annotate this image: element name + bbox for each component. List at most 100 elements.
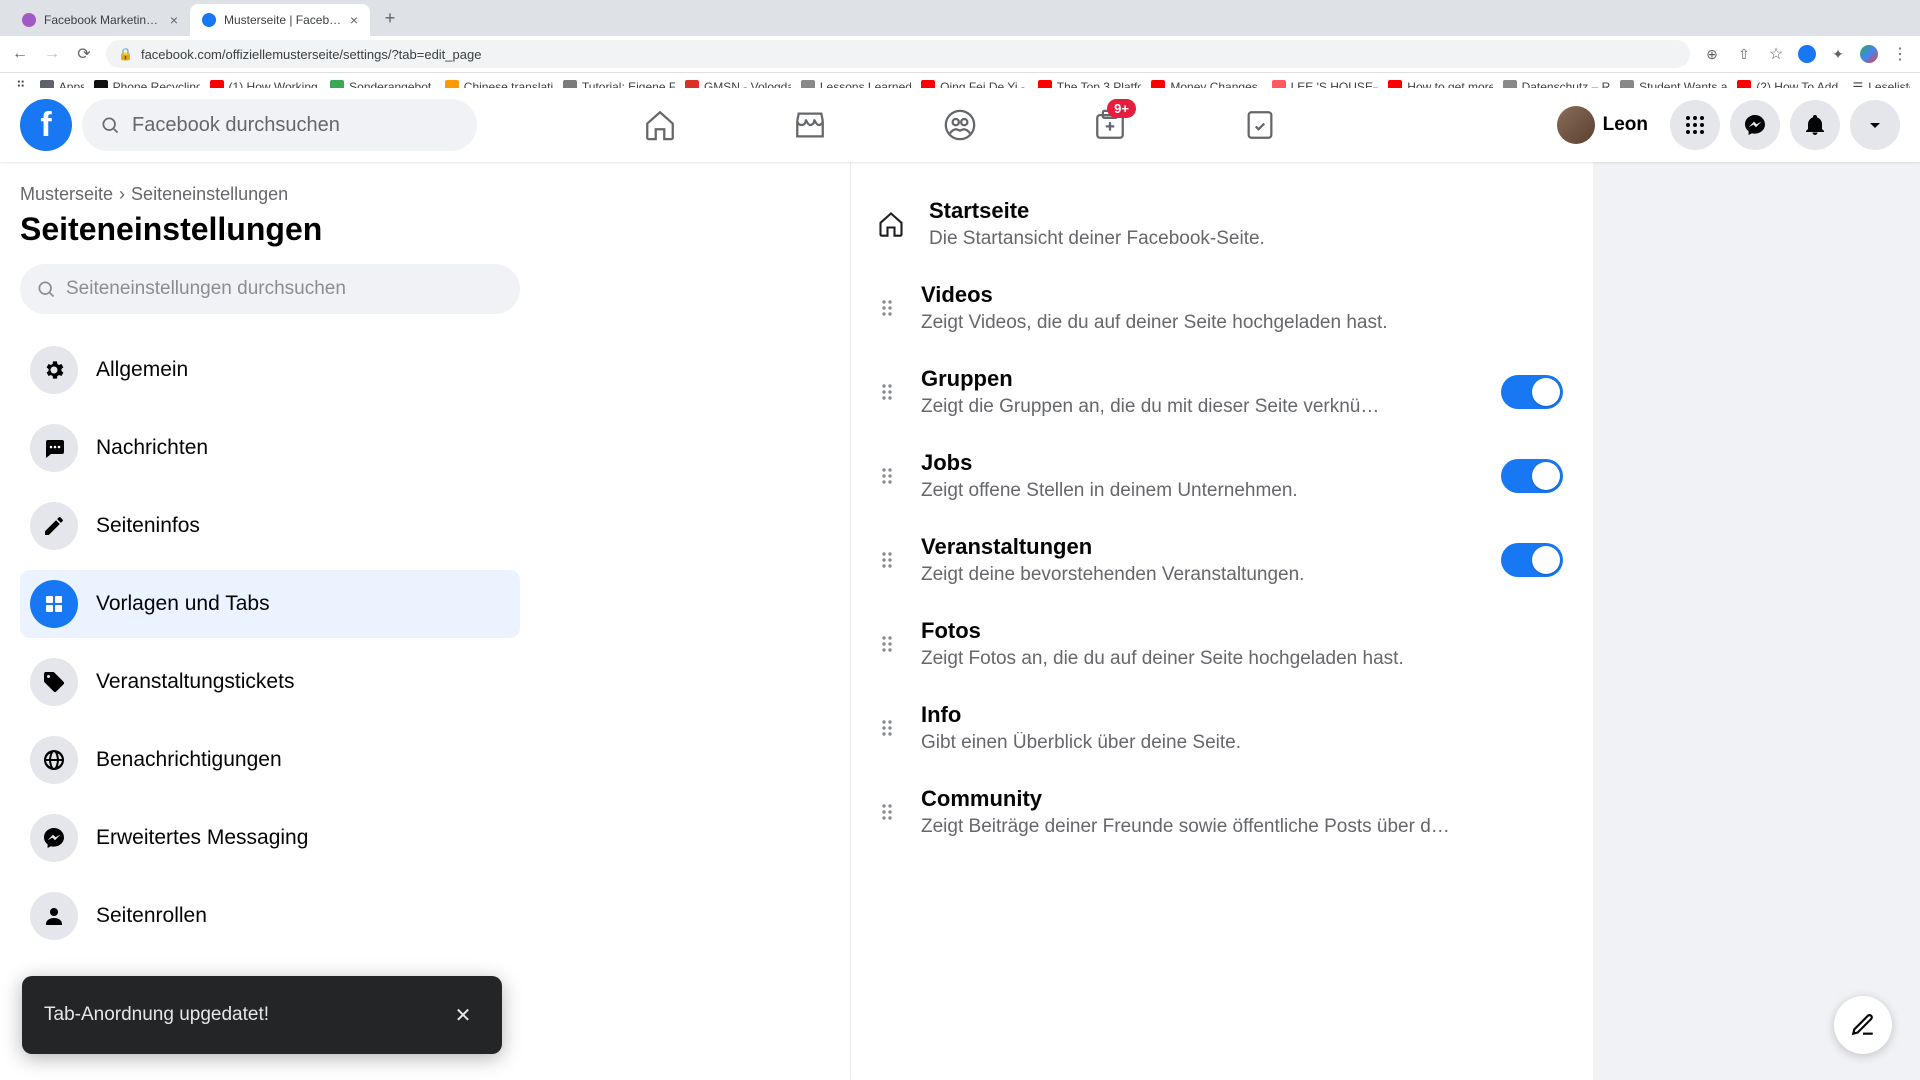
drag-handle-icon[interactable] [875, 802, 899, 822]
new-tab-button[interactable]: + [376, 4, 404, 32]
drag-handle-icon[interactable] [875, 382, 899, 402]
user-name: Leon [1603, 114, 1648, 136]
favicon-icon [22, 13, 36, 27]
tab-title: Videos [921, 282, 1563, 308]
share-icon[interactable]: ⇧ [1734, 46, 1754, 63]
account-dropdown-button[interactable] [1850, 100, 1900, 150]
sidebar-item-person[interactable]: Seitenrollen [20, 882, 520, 950]
right-nav: Leon [1553, 100, 1900, 150]
page-tab-row[interactable]: CommunityZeigt Beiträge deiner Freunde s… [875, 770, 1563, 854]
drag-handle-icon[interactable] [875, 298, 899, 318]
fb-ext-icon[interactable] [1798, 45, 1816, 63]
forward-button[interactable]: → [42, 45, 62, 63]
menu-icon[interactable]: ⋮ [1890, 44, 1910, 64]
url-field[interactable]: 🔒 facebook.com/offiziellemusterseite/set… [106, 40, 1690, 68]
page-tab-row[interactable]: GruppenZeigt die Gruppen an, die du mit … [875, 350, 1563, 434]
globe-icon [30, 736, 78, 784]
notifications-button[interactable] [1790, 100, 1840, 150]
nav-marketplace[interactable] [740, 93, 880, 157]
chevron-right-icon: › [119, 184, 125, 205]
settings-search[interactable]: Seiteneinstellungen durchsuchen [20, 264, 520, 314]
notif-badge: 9+ [1107, 99, 1136, 118]
tab-title: Musterseite | Facebook [224, 13, 342, 27]
sidebar-item-label: Erweitertes Messaging [96, 826, 308, 850]
sidebar-item-label: Seiteninfos [96, 514, 200, 538]
drag-handle-icon[interactable] [875, 550, 899, 570]
tab-title: Jobs [921, 450, 1479, 476]
nav-gaming[interactable]: 9+ [1040, 93, 1180, 157]
tab-description: Zeigt Beiträge deiner Freunde sowie öffe… [921, 816, 1563, 838]
content-gutter-left [540, 162, 850, 1080]
page-tab-row[interactable]: Videos Zeigt Videos, die du auf deiner Se… [875, 266, 1563, 350]
zoom-icon[interactable]: ⊕ [1702, 46, 1722, 63]
sidebar-item-label: Vorlagen und Tabs [96, 592, 270, 616]
sidebar-item-chat[interactable]: Nachrichten [20, 414, 520, 482]
grid-icon [30, 580, 78, 628]
content-area: StartseiteDie Startansicht deiner Facebo… [540, 162, 1920, 1080]
compose-fab[interactable] [1834, 996, 1892, 1054]
drag-handle-icon[interactable] [875, 466, 899, 486]
breadcrumb-item[interactable]: Musterseite [20, 184, 113, 205]
tab-title: Gruppen [921, 366, 1479, 392]
toggle-switch[interactable] [1501, 543, 1563, 577]
sidebar-item-globe[interactable]: Benachrichtigungen [20, 726, 520, 794]
star-icon[interactable]: ☆ [1766, 44, 1786, 64]
tab-description: Zeigt deine bevorstehenden Veranstaltung… [921, 564, 1479, 586]
toast-close-button[interactable]: ✕ [446, 998, 480, 1032]
tab-body: Videos Zeigt Videos, die du auf deiner Se… [921, 282, 1563, 334]
gear-icon [30, 346, 78, 394]
sidebar-item-label: Benachrichtigungen [96, 748, 282, 772]
browser-tab[interactable]: Musterseite | Facebook × [190, 4, 370, 36]
tab-body: JobsZeigt offene Stellen in deinem Unter… [921, 450, 1479, 502]
tab-title: Info [921, 702, 1563, 728]
edit-icon [1850, 1012, 1876, 1038]
facebook-search[interactable]: Facebook durchsuchen [82, 99, 477, 151]
nav-home[interactable] [590, 93, 730, 157]
page-tab-row[interactable]: StartseiteDie Startansicht deiner Facebo… [875, 182, 1563, 266]
tab-title: Startseite [929, 198, 1563, 224]
nav-groups[interactable] [890, 93, 1030, 157]
toggle-switch[interactable] [1501, 459, 1563, 493]
drag-handle-icon[interactable] [875, 634, 899, 654]
sidebar-item-gear[interactable]: Allgemein [20, 336, 520, 404]
profile-chip[interactable]: Leon [1553, 102, 1660, 148]
menu-grid-button[interactable] [1670, 100, 1720, 150]
tab-body: StartseiteDie Startansicht deiner Facebo… [929, 198, 1563, 250]
search-icon [36, 279, 56, 299]
tab-description: Zeigt Videos, die du auf deiner Seite ho… [921, 312, 1563, 334]
close-icon[interactable]: × [350, 12, 358, 28]
pencil-icon [30, 502, 78, 550]
toggle-switch[interactable] [1501, 375, 1563, 409]
settings-sidebar: Musterseite › Seiteneinstellungen Seiten… [0, 162, 540, 1080]
home-icon [875, 210, 907, 238]
tab-body: CommunityZeigt Beiträge deiner Freunde s… [921, 786, 1563, 838]
sidebar-item-label: Allgemein [96, 358, 188, 382]
breadcrumb-item[interactable]: Seiteneinstellungen [131, 184, 288, 205]
profile-avatar-icon[interactable] [1860, 45, 1878, 63]
tab-body: FotosZeigt Fotos an, die du auf deiner S… [921, 618, 1563, 670]
sidebar-item-messenger[interactable]: Erweitertes Messaging [20, 804, 520, 872]
avatar [1557, 106, 1595, 144]
page-tab-row[interactable]: FotosZeigt Fotos an, die du auf deiner S… [875, 602, 1563, 686]
sidebar-item-pencil[interactable]: Seiteninfos [20, 492, 520, 560]
page-tab-row[interactable]: Info Gibt einen Überblick über deine Seit… [875, 686, 1563, 770]
extensions-icon[interactable]: ✦ [1828, 46, 1848, 63]
messenger-icon [30, 814, 78, 862]
tag-icon [30, 658, 78, 706]
url-text: facebook.com/offiziellemusterseite/setti… [141, 47, 482, 62]
nav-pages[interactable] [1190, 93, 1330, 157]
sidebar-item-tag[interactable]: Veranstaltungstickets [20, 648, 520, 716]
sidebar-item-grid[interactable]: Vorlagen und Tabs [20, 570, 520, 638]
messenger-button[interactable] [1730, 100, 1780, 150]
close-icon[interactable]: × [170, 12, 178, 28]
search-icon [100, 115, 120, 135]
browser-tab[interactable]: Facebook Marketing & Werbea× [10, 4, 190, 36]
back-button[interactable]: ← [10, 45, 30, 63]
facebook-logo[interactable]: f [20, 99, 72, 151]
settings-search-placeholder: Seiteneinstellungen durchsuchen [66, 278, 346, 300]
tab-description: Gibt einen Überblick über deine Seite. [921, 732, 1563, 754]
page-tab-row[interactable]: JobsZeigt offene Stellen in deinem Unter… [875, 434, 1563, 518]
page-tab-row[interactable]: VeranstaltungenZeigt deine bevorstehende… [875, 518, 1563, 602]
reload-button[interactable]: ⟳ [74, 44, 94, 64]
drag-handle-icon[interactable] [875, 718, 899, 738]
